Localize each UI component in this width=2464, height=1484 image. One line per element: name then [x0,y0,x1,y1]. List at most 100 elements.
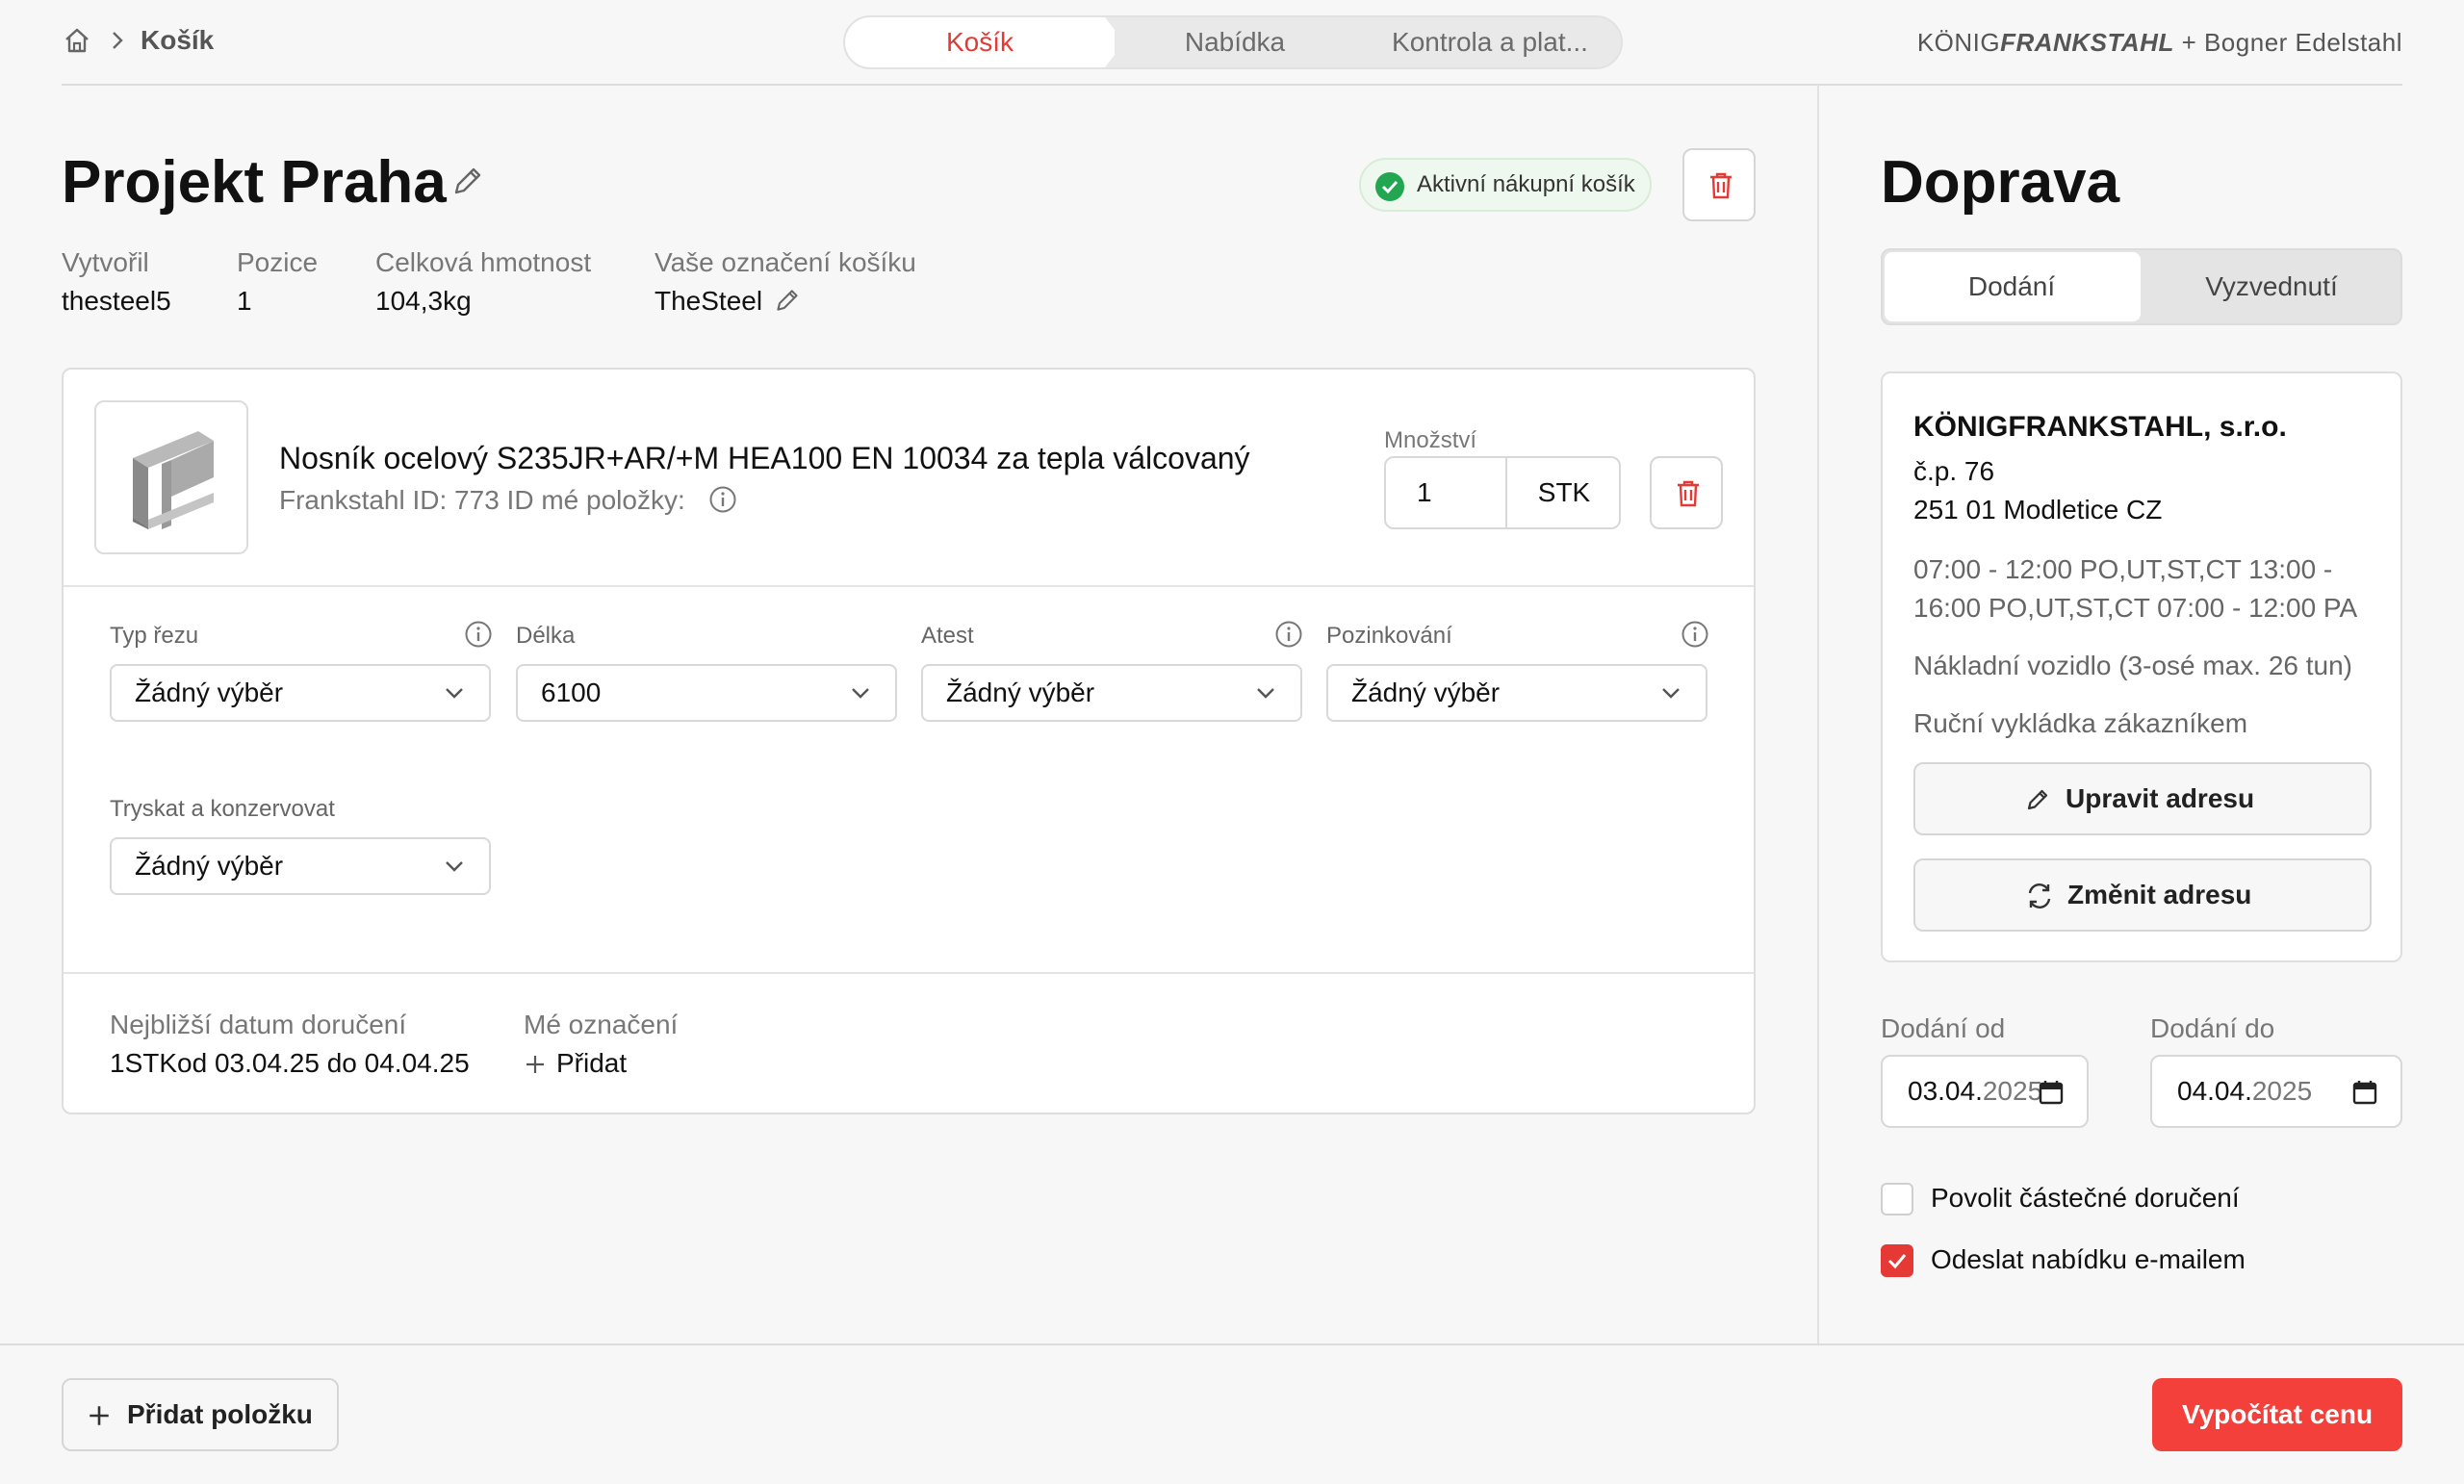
meta-created-by-label: Vytvořil [62,247,149,277]
bottom-bar [0,1345,2464,1484]
meta-weight-value: 104,3kg [375,286,472,316]
step-review-payment[interactable]: Kontrola a plat... [1355,17,1621,67]
footer-divider [0,1343,2464,1345]
galvanizing-label: Pozinkování [1326,623,1452,649]
meta-positions-value: 1 [237,286,252,316]
pencil-icon[interactable] [772,285,803,316]
delivery-date-value: 1STKod 03.04.25 do 04.04.25 [110,1048,470,1078]
partial-delivery-checkbox[interactable] [1881,1183,1913,1215]
address-street: č.p. 76 [1913,456,1995,486]
home-icon[interactable] [62,25,92,56]
trash-icon [1678,480,1699,507]
brand-logo: KÖNIGFRANKSTAHL + Bogner Edelstahl [1917,27,2402,58]
blast-preserve-select[interactable]: Žádný výběr [110,837,491,895]
certificate-label: Atest [921,623,974,649]
change-address-button[interactable]: Změnit adresu [1913,858,2372,932]
calculate-price-button[interactable]: Vypočítat cenu [2152,1378,2402,1451]
check-circle-icon [1375,172,1404,201]
my-label-label: Mé označení [524,1010,679,1039]
email-offer-label: Odeslat nabídku e-mailem [1931,1244,2246,1274]
calendar-icon[interactable] [2352,1080,2377,1105]
galvanizing-value: Žádný výběr [1351,678,1501,707]
checkout-steps: Košík Nabídka Kontrola a plat... [843,15,1623,69]
calculate-price-label: Vypočítat cenu [2181,1399,2374,1429]
quantity-label: Množství [1384,427,1477,453]
info-icon[interactable] [464,620,493,649]
info-icon[interactable] [1681,620,1709,649]
date-from-day: 03.04. [1908,1076,1983,1106]
length-select[interactable]: 6100 [516,664,897,722]
chevron-down-icon [1662,688,1680,699]
brand-text-frankstahl: FRANKSTAHL [2000,28,2174,57]
add-item-button[interactable]: Přidat položku [62,1378,339,1451]
card-divider [64,585,1754,587]
transport-title: Doprava [1881,149,2120,216]
meta-cart-label-value: TheSteel [654,286,763,316]
date-to-day: 04.04. [2177,1076,2252,1106]
date-to-label: Dodání do [2150,1013,2275,1043]
step-cart[interactable]: Košík [845,17,1115,67]
breadcrumb-current[interactable]: Košík [141,25,214,56]
date-to-input[interactable]: 04.04.2025 [2150,1055,2402,1128]
pencil-icon [2027,789,2048,810]
length-label: Délka [516,623,576,649]
address-city: 251 01 Modletice CZ [1913,495,2163,525]
chevron-down-icon [1257,688,1274,699]
meta-weight-label: Celková hmotnost [375,247,592,277]
blast-preserve-label: Tryskat a konzervovat [110,796,335,822]
edit-address-button[interactable]: Upravit adresu [1913,762,2372,835]
tab-delivery[interactable]: Dodání [1883,250,2141,323]
cut-type-select[interactable]: Žádný výběr [110,664,491,722]
date-to-year: 2025 [2251,1076,2313,1106]
delivery-date-label: Nejbližší datum doručení [110,1010,407,1039]
steel-beam-icon [133,431,214,529]
unloading-type: Ruční vykládka zákazníkem [1913,708,2248,738]
calendar-icon[interactable] [2039,1080,2064,1105]
info-icon[interactable] [1274,620,1303,649]
pencil-icon[interactable] [449,162,487,200]
blast-preserve-value: Žádný výběr [135,851,284,881]
card-divider [64,972,1754,974]
delivery-mode-toggle: Dodání Vyzvednutí [1881,248,2402,325]
cart-item-card: Nosník ocelový S235JR+AR/+M HEA100 EN 10… [62,368,1756,1114]
vehicle-type: Nákladní vozidlo (3-osé max. 26 tun) [1913,651,2352,680]
length-value: 6100 [541,678,602,707]
date-from-label: Dodání od [1881,1013,2006,1043]
step-offer[interactable]: Nabídka [1115,17,1355,67]
certificate-select[interactable]: Žádný výběr [921,664,1302,722]
cut-type-label: Typ řezu [110,623,199,649]
address-card: KÖNIGFRANKSTAHL, s.r.o. č.p. 76 251 01 M… [1881,371,2402,962]
cut-type-value: Žádný výběr [135,678,284,707]
edit-address-label: Upravit adresu [2066,783,2255,813]
delete-cart-button[interactable] [1682,148,1756,221]
chevron-down-icon [446,861,463,872]
quantity-input[interactable]: 1 [1386,458,1505,527]
info-icon[interactable] [708,485,737,514]
tab-pickup[interactable]: Vyzvednutí [2143,250,2400,323]
trash-icon [1710,172,1732,199]
meta-positions-label: Pozice [237,247,319,277]
quantity-stepper[interactable]: 1 STK [1384,456,1621,529]
email-offer-checkbox[interactable] [1881,1244,1913,1277]
add-my-label-text: Přidat [556,1048,628,1078]
status-badge-label: Aktivní nákupní košík [1417,171,1635,197]
galvanizing-select[interactable]: Žádný výběr [1326,664,1707,722]
date-from-year: 2025 [1982,1076,2043,1106]
delete-item-button[interactable] [1650,456,1723,529]
product-ids: Frankstahl ID: 773 ID mé položky: [279,485,685,515]
panel-divider [1817,85,1819,1345]
chevron-right-icon [113,32,123,49]
product-image [94,400,248,554]
partial-delivery-label: Povolit částečné doručení [1931,1183,2240,1213]
date-from-input[interactable]: 03.04.2025 [1881,1055,2089,1128]
certificate-value: Žádný výběr [946,678,1095,707]
quantity-unit[interactable]: STK [1505,458,1621,527]
plus-icon [90,1406,109,1425]
refresh-icon [2028,883,2051,908]
chevron-down-icon [852,688,869,699]
meta-created-by-value: thesteel5 [62,286,171,316]
change-address-label: Změnit adresu [2067,880,2252,909]
plus-icon [526,1056,544,1073]
header-divider [62,84,2402,86]
product-name: Nosník ocelový S235JR+AR/+M HEA100 EN 10… [279,441,1250,475]
